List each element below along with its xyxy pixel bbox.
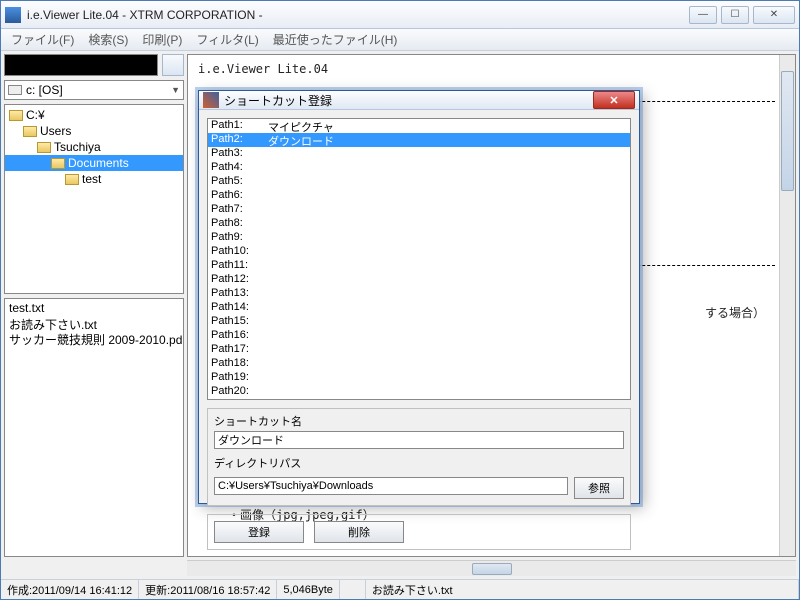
shortcut-row[interactable]: Path3:: [208, 147, 630, 161]
name-label: ショートカット名: [214, 413, 624, 429]
file-item[interactable]: お読み下さい.txt: [9, 316, 179, 331]
folder-icon: [9, 110, 23, 121]
menu-filter[interactable]: フィルタ(L): [190, 29, 264, 50]
maximize-button[interactable]: ☐: [721, 6, 749, 24]
status-updated: 更新:2011/08/16 18:57:42: [139, 580, 277, 599]
file-item[interactable]: test.txt: [9, 301, 179, 316]
folder-icon: [37, 142, 51, 153]
browse-button[interactable]: 参照: [574, 477, 624, 499]
drive-icon: [8, 85, 22, 95]
folder-icon: [23, 126, 37, 137]
path-button[interactable]: [162, 54, 184, 76]
scrollbar-thumb[interactable]: [472, 563, 512, 575]
shortcut-row[interactable]: Path1:マイピクチャ: [208, 119, 630, 133]
dialog-icon: [203, 92, 219, 108]
shortcut-row[interactable]: Path8:: [208, 217, 630, 231]
directory-path-input[interactable]: [214, 477, 568, 495]
menu-print[interactable]: 印刷(P): [136, 29, 188, 50]
tree-item[interactable]: C:¥: [5, 107, 183, 123]
dialog-input-group: ショートカット名 ディレクトリパス 参照: [207, 408, 631, 506]
shortcut-row[interactable]: Path20:: [208, 385, 630, 399]
menu-file[interactable]: ファイル(F): [5, 29, 80, 50]
shortcut-row[interactable]: Path12:: [208, 273, 630, 287]
sidebar: c: [OS] ▼ C:¥UsersTsuchiyaDocumentstest …: [4, 54, 184, 557]
shortcut-row[interactable]: Path10:: [208, 245, 630, 259]
drive-label: c: [OS]: [26, 83, 63, 97]
register-button[interactable]: 登録: [214, 521, 304, 543]
window-title: i.e.Viewer Lite.04 - XTRM CORPORATION -: [27, 8, 689, 22]
tree-item[interactable]: Users: [5, 123, 183, 139]
folder-tree[interactable]: C:¥UsersTsuchiyaDocumentstest: [4, 104, 184, 294]
dialog-close-button[interactable]: ✕: [593, 91, 635, 109]
shortcut-row[interactable]: Path19:: [208, 371, 630, 385]
path-label: ディレクトリパス: [214, 455, 624, 471]
statusbar: 作成:2011/09/14 16:41:12 更新:2011/08/16 18:…: [1, 579, 799, 599]
shortcut-dialog: ショートカット登録 ✕ Path1:マイピクチャPath2:ダウンロードPath…: [198, 90, 640, 504]
app-icon: [5, 7, 21, 23]
viewer-heading: i.e.Viewer Lite.04: [198, 61, 775, 78]
dialog-titlebar: ショートカット登録 ✕: [199, 91, 639, 110]
menubar: ファイル(F) 検索(S) 印刷(P) フィルタ(L) 最近使ったファイル(H): [1, 29, 799, 51]
shortcut-row[interactable]: Path11:: [208, 259, 630, 273]
folder-icon: [65, 174, 79, 185]
shortcut-row[interactable]: Path18:: [208, 357, 630, 371]
close-button[interactable]: ✕: [753, 6, 795, 24]
shortcut-row[interactable]: Path4:: [208, 161, 630, 175]
shortcut-row[interactable]: Path6:: [208, 189, 630, 203]
minimize-button[interactable]: —: [689, 6, 717, 24]
titlebar: i.e.Viewer Lite.04 - XTRM CORPORATION - …: [1, 1, 799, 29]
shortcut-row[interactable]: Path17:: [208, 343, 630, 357]
tree-item[interactable]: Tsuchiya: [5, 139, 183, 155]
status-created: 作成:2011/09/14 16:41:12: [1, 580, 139, 599]
dialog-actions: 登録 削除: [207, 514, 631, 550]
dialog-title: ショートカット登録: [224, 92, 593, 109]
vertical-scrollbar[interactable]: [779, 55, 795, 556]
shortcut-row[interactable]: Path14:: [208, 301, 630, 315]
menu-recent[interactable]: 最近使ったファイル(H): [267, 29, 404, 50]
tree-item[interactable]: test: [5, 171, 183, 187]
delete-button[interactable]: 削除: [314, 521, 404, 543]
shortcut-row[interactable]: Path13:: [208, 287, 630, 301]
shortcut-row[interactable]: Path9:: [208, 231, 630, 245]
scrollbar-thumb[interactable]: [781, 71, 794, 191]
shortcut-row[interactable]: Path7:: [208, 203, 630, 217]
file-list[interactable]: test.txtお読み下さい.txtサッカー競技規則 2009-2010.pd: [4, 298, 184, 557]
file-item[interactable]: サッカー競技規則 2009-2010.pd: [9, 331, 179, 346]
shortcut-row[interactable]: Path2:ダウンロード: [208, 133, 630, 147]
shortcut-row[interactable]: Path5:: [208, 175, 630, 189]
shortcut-name-input[interactable]: [214, 431, 624, 449]
status-size: 5,046Byte: [277, 580, 340, 599]
horizontal-scrollbar[interactable]: [187, 560, 796, 576]
shortcut-row[interactable]: Path15:: [208, 315, 630, 329]
path-strip[interactable]: [4, 54, 158, 76]
menu-search[interactable]: 検索(S): [82, 29, 134, 50]
status-filename: お読み下さい.txt: [366, 580, 799, 599]
chevron-down-icon: ▼: [171, 85, 180, 95]
tree-item[interactable]: Documents: [5, 155, 183, 171]
shortcut-list[interactable]: Path1:マイピクチャPath2:ダウンロードPath3:Path4:Path…: [207, 118, 631, 400]
folder-icon: [51, 158, 65, 169]
drive-combo[interactable]: c: [OS] ▼: [4, 80, 184, 100]
shortcut-row[interactable]: Path16:: [208, 329, 630, 343]
